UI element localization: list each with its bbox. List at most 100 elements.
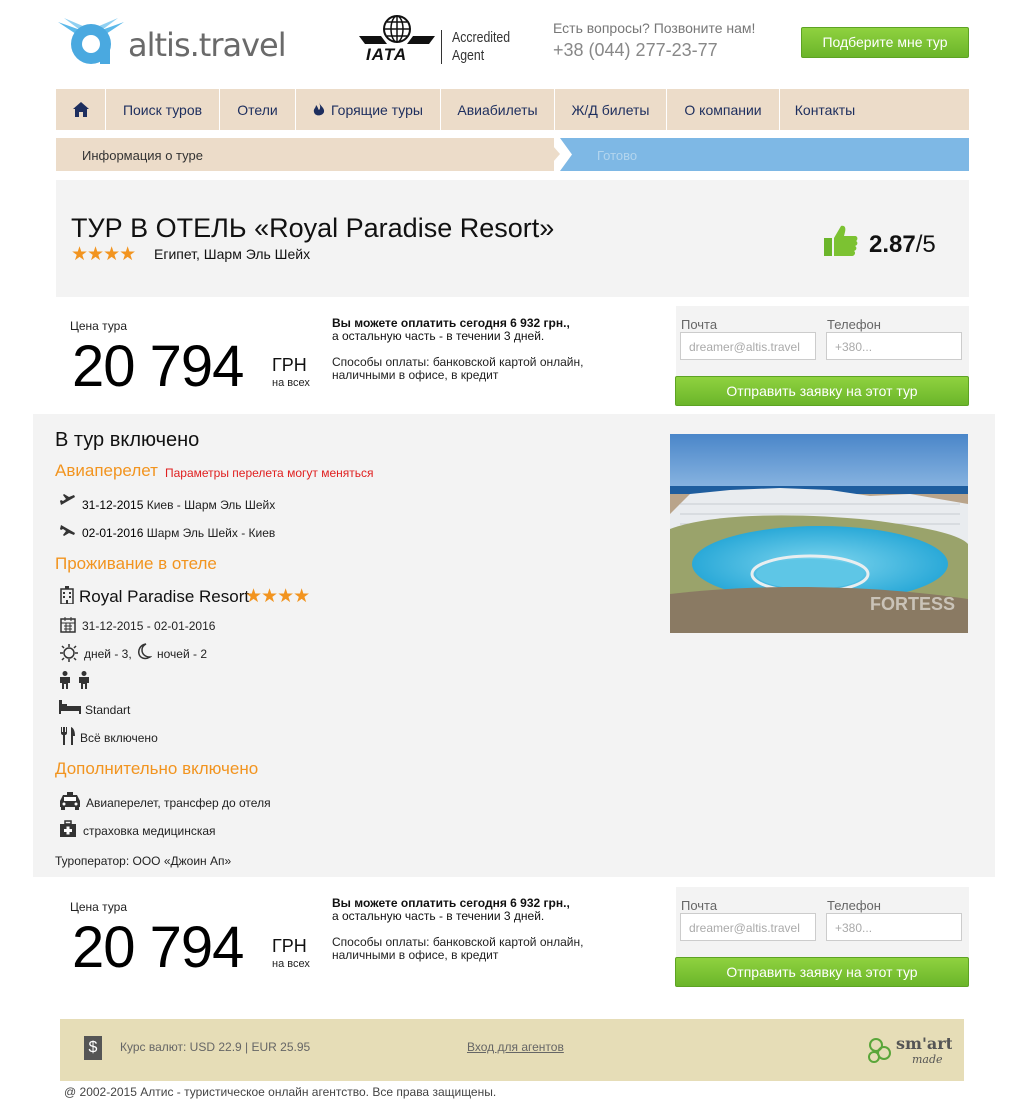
tour-operator: Туроператор: ООО «Джоин Ап» xyxy=(55,854,232,868)
flight-row-1: 31-12-2015 Киев - Шарм Эль Шейх xyxy=(82,498,275,512)
email-field[interactable]: dreamer@altis.travel xyxy=(680,913,816,941)
agents-login-link[interactable]: Вход для агентов xyxy=(467,1040,564,1054)
step-tour-info-label: Информация о туре xyxy=(82,148,203,163)
nav-item-trains[interactable]: Ж/Д билеты xyxy=(555,89,667,130)
send-request-button[interactable]: Отправить заявку на этот тур xyxy=(675,957,969,987)
hotel-photo[interactable]: FORTESS xyxy=(670,434,968,633)
price-value: 20 794 xyxy=(72,334,244,399)
phone-label: Телефон xyxy=(827,317,881,332)
phone-field[interactable]: +380... xyxy=(826,332,962,360)
price-value: 20 794 xyxy=(72,915,244,980)
rating-max: /5 xyxy=(915,231,936,258)
phone-field[interactable]: +380... xyxy=(826,913,962,941)
smart-made-logo-icon[interactable]: sm'art made xyxy=(866,1031,952,1067)
email-label: Почта xyxy=(681,317,718,332)
cutlery-icon xyxy=(61,727,75,745)
building-icon xyxy=(60,586,74,604)
sun-icon xyxy=(60,644,78,662)
iata-globe-icon xyxy=(359,15,435,44)
price-currency-sub: на всех xyxy=(272,958,310,970)
smart-logo-top: sm'art xyxy=(896,1034,952,1053)
plane-departure-icon xyxy=(60,494,75,505)
stay-heading: Проживание в отеле xyxy=(55,554,217,573)
stay-dates: 31-12-2015 - 02-01-2016 xyxy=(82,619,216,633)
bed-icon xyxy=(59,700,81,714)
rating-value: 2.87 xyxy=(869,231,916,258)
payment-methods-line2: наличными в офисе, в кредит xyxy=(332,948,499,962)
pay-today-rest: а остальную часть - в течении 3 дней. xyxy=(332,329,545,343)
step-done-label: Готово xyxy=(597,148,638,163)
nav-item-hotels[interactable]: Отели xyxy=(220,89,296,130)
pay-today-info: Вы можете оплатить сегодня 6 932 грн., а… xyxy=(332,317,570,343)
contact-question: Есть вопросы? Позвоните нам! xyxy=(553,20,756,36)
iata-divider xyxy=(441,30,442,64)
flight-route: Шарм Эль Шейх - Киев xyxy=(146,526,276,540)
price-currency-sub: на всех xyxy=(272,377,310,389)
email-label: Почта xyxy=(681,898,718,913)
nights-count: ночей - 2 xyxy=(157,647,208,661)
home-icon xyxy=(72,102,89,117)
taxi-icon xyxy=(60,792,80,810)
transfer-info: Авиаперелет, трансфер до отеля xyxy=(86,796,271,810)
pick-tour-button[interactable]: Подберите мне тур xyxy=(801,27,969,58)
contact-phone[interactable]: +38 (044) 277-23-77 xyxy=(553,40,718,61)
smart-logo-bottom: made xyxy=(912,1053,943,1066)
nav-home[interactable] xyxy=(56,89,106,130)
flight-date: 02-01-2016 xyxy=(82,526,144,540)
flight-route: Киев - Шарм Эль Шейх xyxy=(146,498,276,512)
nav-item-flights[interactable]: Авиабилеты xyxy=(441,89,555,130)
thumbs-up-icon xyxy=(824,225,858,256)
price-currency: ГРН xyxy=(272,936,307,956)
nav-label: Отели xyxy=(237,101,278,118)
nav-label: Авиабилеты xyxy=(457,101,538,118)
medkit-icon xyxy=(60,820,76,837)
nav-item-tour-search[interactable]: Поиск туров xyxy=(106,89,220,130)
email-field[interactable]: dreamer@altis.travel xyxy=(680,332,816,360)
room-type: Standart xyxy=(85,703,131,717)
nav-item-about[interactable]: О компании xyxy=(667,89,780,130)
accredited-line1: Accredited xyxy=(452,29,511,46)
hotel-name: Royal Paradise Resort xyxy=(79,587,250,606)
page-title: ТУР В ОТЕЛЬ «Royal Paradise Resort» xyxy=(71,213,555,243)
phone-label: Телефон xyxy=(827,898,881,913)
iata-label: IATA xyxy=(366,45,408,64)
extra-heading: Дополнительно включено xyxy=(55,759,259,778)
logo-text[interactable]: altis.travel xyxy=(128,26,287,64)
nav-item-contacts[interactable]: Контакты xyxy=(780,89,870,130)
copyright: @ 2002-2015 Алтис - туристическое онлайн… xyxy=(64,1085,497,1099)
payment-methods-line2: наличными в офисе, в кредит xyxy=(332,368,499,382)
price-label: Цена тура xyxy=(70,900,128,914)
price-label: Цена тура xyxy=(70,319,128,333)
photo-watermark: FORTESS xyxy=(870,594,955,614)
flight-note: Параметры перелета могут меняться xyxy=(165,466,374,480)
flight-row-2: 02-01-2016 Шарм Эль Шейх - Киев xyxy=(82,526,275,540)
payment-methods: Способы оплаты: банковской картой онлайн… xyxy=(332,936,583,962)
nav-label: Поиск туров xyxy=(122,101,203,118)
flight-date: 31-12-2015 xyxy=(82,498,144,512)
plane-arrival-icon xyxy=(60,525,75,536)
days-count: дней - 3, xyxy=(84,647,132,661)
dollar-icon: $ xyxy=(84,1036,102,1060)
tour-location: Египет, Шарм Эль Шейх xyxy=(154,246,311,262)
flight-heading: Авиаперелет xyxy=(55,461,158,480)
nav-item-hot-tours[interactable]: Горящие туры xyxy=(296,89,441,130)
accredited-line2: Agent xyxy=(452,47,485,64)
payment-methods: Способы оплаты: банковской картой онлайн… xyxy=(332,356,583,382)
moon-icon xyxy=(138,643,152,660)
fire-icon xyxy=(313,102,325,116)
nav-label: Горящие туры xyxy=(331,101,423,118)
guests-icon xyxy=(60,671,89,689)
meal-plan: Всё включено xyxy=(80,731,158,745)
pay-today-info: Вы можете оплатить сегодня 6 932 грн., а… xyxy=(332,897,570,923)
price-currency: ГРН xyxy=(272,355,307,375)
hotel-stars-icon: ★★★★ xyxy=(245,586,310,607)
pay-today-rest: а остальную часть - в течении 3 дней. xyxy=(332,909,545,923)
main-nav: Поиск туров Отели Горящие туры Авиабилет… xyxy=(56,89,969,130)
calendar-icon xyxy=(60,617,76,633)
send-request-button[interactable]: Отправить заявку на этот тур xyxy=(675,376,969,406)
accredited-agent-label: Accredited Agent xyxy=(452,29,510,65)
nav-label: Контакты xyxy=(794,101,856,118)
nav-label: О компании xyxy=(684,101,762,118)
hotel-stars-icon: ★★★★ xyxy=(71,244,136,265)
insurance-info: страховка медицинская xyxy=(83,824,216,838)
